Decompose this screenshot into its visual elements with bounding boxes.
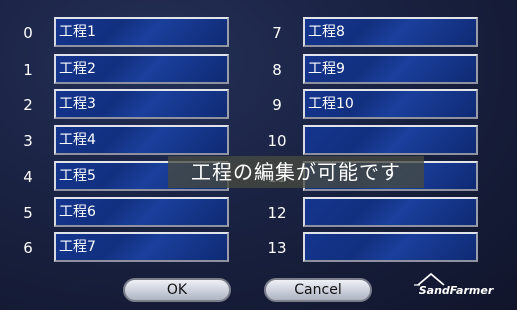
process-field-3[interactable]: 工程4 [54,125,229,155]
process-field-12[interactable] [303,197,478,227]
process-field-5[interactable]: 工程6 [54,197,229,227]
process-field-2[interactable]: 工程3 [54,89,229,119]
index-label: 13 [267,239,287,257]
index-label: 0 [23,24,33,42]
process-field-7[interactable]: 工程8 [303,17,478,47]
process-field-8[interactable]: 工程9 [303,54,478,84]
sandfarmer-logo: SandFarmer [410,272,502,298]
index-label: 12 [267,204,287,222]
process-field-10[interactable] [303,125,478,155]
ok-button[interactable]: OK [123,278,231,302]
index-label: 8 [272,61,282,79]
process-field-0[interactable]: 工程1 [54,17,229,47]
index-label: 4 [23,168,33,186]
index-label: 10 [267,132,287,150]
process-field-1[interactable]: 工程2 [54,54,229,84]
edit-enabled-toast: 工程の編集が可能です [168,156,424,188]
index-label: 5 [23,204,33,222]
index-label: 3 [23,132,33,150]
process-edit-screen: 0 工程1 1 工程2 2 工程3 3 工程4 4 工程5 5 工程6 6 工程… [0,0,517,310]
index-label: 6 [23,239,33,257]
index-label: 1 [23,61,33,79]
process-field-9[interactable]: 工程10 [303,89,478,119]
cancel-button[interactable]: Cancel [264,278,372,302]
index-label: 9 [272,96,282,114]
index-label: 7 [272,24,282,42]
index-label: 2 [23,96,33,114]
process-field-6[interactable]: 工程7 [54,232,229,262]
logo-text: SandFarmer [418,284,494,297]
process-field-13[interactable] [303,232,478,262]
